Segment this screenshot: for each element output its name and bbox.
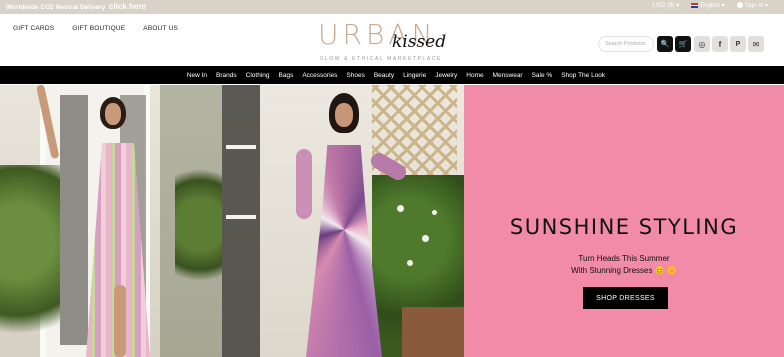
window-pane	[60, 95, 88, 345]
gift-cards-link[interactable]: GIFT CARDS	[13, 25, 54, 32]
door-frame	[226, 215, 256, 219]
logo-script: kissed	[392, 32, 447, 52]
promo-link[interactable]: click here	[109, 2, 146, 11]
rose	[422, 235, 429, 242]
signin-label: Sign In	[744, 3, 764, 9]
promo-panel: SUNSHINE STYLING Turn Heads This Summer …	[464, 85, 784, 357]
nav-sale[interactable]: Sale %	[532, 72, 553, 79]
plant	[0, 165, 60, 357]
model-sleeve	[296, 149, 312, 219]
site-header: GIFT CARDS GIFT BOUTIQUE ABOUT US URBAN …	[0, 14, 784, 66]
planter	[402, 307, 464, 357]
nav-shoes[interactable]: Shoes	[346, 72, 364, 79]
nav-bags[interactable]: Bags	[279, 72, 294, 79]
cart-button[interactable]: 🛒	[675, 36, 691, 52]
instagram-icon: ◎	[698, 39, 706, 49]
search-button[interactable]: 🔍	[657, 36, 673, 52]
nav-shop-the-look[interactable]: Shop The Look	[561, 72, 605, 79]
signin-link[interactable]: Sign In ▾	[736, 2, 768, 9]
nav-brands[interactable]: Brands	[216, 72, 237, 79]
instagram-button[interactable]: ◎	[694, 36, 710, 52]
facebook-icon: f	[718, 39, 722, 49]
hero-photo-left[interactable]	[0, 85, 222, 357]
language-label: English	[700, 3, 720, 9]
gift-boutique-link[interactable]: GIFT BOUTIQUE	[72, 25, 125, 32]
promo-message: Worldwide CO2 Neutral Delivery	[6, 4, 106, 11]
rose	[407, 260, 413, 266]
model-leg	[114, 285, 126, 357]
hero-photo-middle[interactable]	[222, 85, 464, 357]
language-select[interactable]: English ▾	[691, 2, 725, 9]
model-dress	[306, 145, 382, 357]
site-logo[interactable]: URBAN kissed SLOW & ETHICAL MARKETPLACE	[318, 18, 458, 64]
currency-label: USD ($)	[652, 3, 675, 9]
plant	[175, 155, 222, 295]
model-face	[105, 103, 121, 125]
nav-jewelry[interactable]: Jewelry	[435, 72, 457, 79]
nav-clothing[interactable]: Clothing	[246, 72, 270, 79]
rose	[397, 205, 404, 212]
mail-icon: ✉	[752, 39, 760, 49]
door-frame	[226, 145, 256, 149]
pinterest-icon: P	[735, 40, 741, 48]
us-flag-icon	[691, 3, 699, 8]
search-icon: 🔍	[660, 41, 670, 48]
announcement-bar: Worldwide CO2 Neutral Delivery click her…	[0, 0, 784, 14]
shop-dresses-button[interactable]: SHOP DRESSES	[583, 287, 668, 309]
main-nav: New In Brands Clothing Bags Accessories …	[0, 66, 784, 84]
nav-menswear[interactable]: Menswear	[493, 72, 523, 79]
doorway	[222, 85, 260, 357]
logo-tagline: SLOW & ETHICAL MARKETPLACE	[320, 56, 442, 62]
facebook-button[interactable]: f	[712, 36, 728, 52]
hero-subtitle-line-1: Turn Heads This Summer	[578, 254, 670, 263]
hero-subtitle-line-2: With Stunning Dresses 😊 🌼	[571, 266, 677, 275]
hero-subtitle: Turn Heads This Summer With Stunning Dre…	[464, 253, 784, 277]
nav-accessories[interactable]: Accessories	[302, 72, 337, 79]
nav-lingerie[interactable]: Lingerie	[403, 72, 426, 79]
model-face	[335, 103, 353, 127]
mail-button[interactable]: ✉	[748, 36, 764, 52]
about-us-link[interactable]: ABOUT US	[143, 25, 178, 32]
rose	[432, 210, 437, 215]
cart-icon: 🛒	[678, 41, 688, 48]
pinterest-button[interactable]: P	[730, 36, 746, 52]
user-icon	[736, 2, 743, 8]
nav-home[interactable]: Home	[466, 72, 483, 79]
nav-new-in[interactable]: New In	[187, 72, 207, 79]
search-input[interactable]: Search Products	[598, 36, 654, 52]
currency-select[interactable]: USD ($) ▾	[653, 2, 679, 9]
promo-text: Worldwide CO2 Neutral Delivery click her…	[6, 2, 146, 11]
hero-banner: SUNSHINE STYLING Turn Heads This Summer …	[0, 85, 784, 357]
nav-beauty[interactable]: Beauty	[374, 72, 394, 79]
hero-title: SUNSHINE STYLING	[509, 215, 739, 239]
